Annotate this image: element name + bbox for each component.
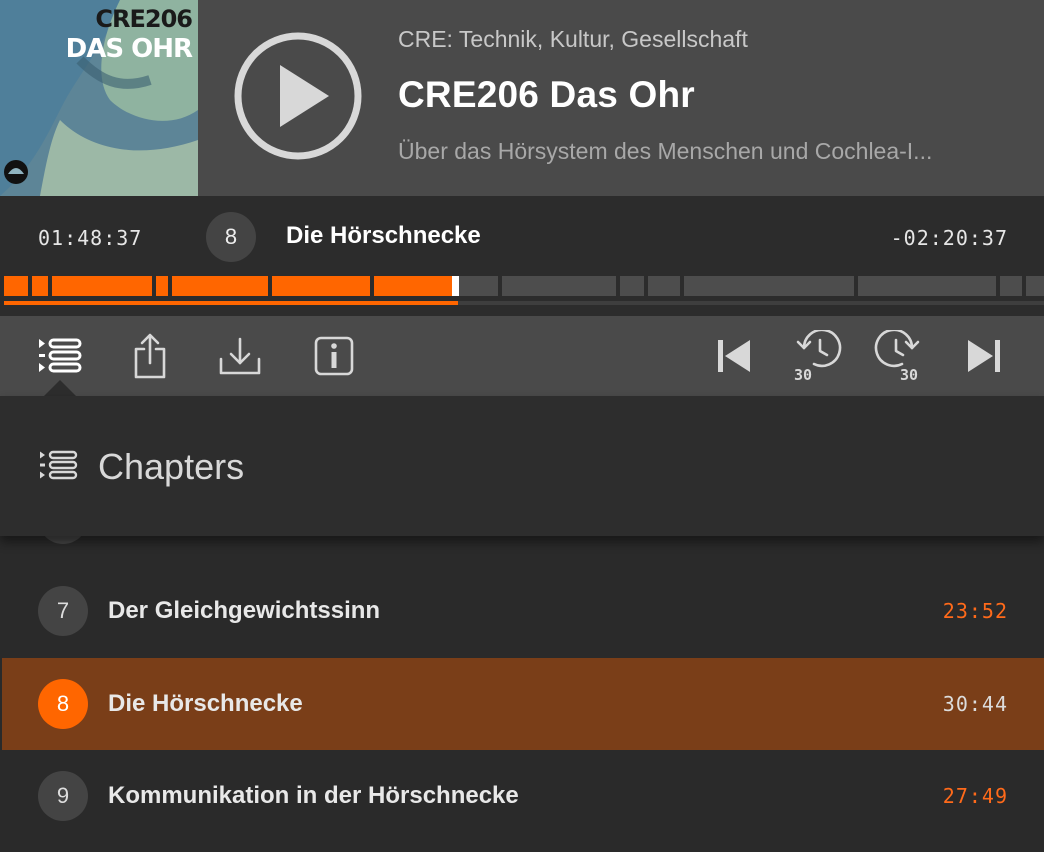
share-icon [134, 333, 166, 379]
progress-area: 01:48:37 8 Die Hörschnecke -02:20:37 [0, 196, 1044, 316]
chapter-list: 7 Der Gleichgewichtssinn 23:52 8 Die Hör… [0, 536, 1044, 852]
chapter-segment[interactable] [858, 276, 996, 296]
chapter-segment[interactable] [32, 276, 48, 296]
player-toolbar: 30 30 [0, 316, 1044, 396]
chapter-segment[interactable] [4, 276, 28, 296]
chapter-duration: 23:52 [942, 599, 1008, 623]
chapters-panel-header: Chapters [0, 396, 1044, 536]
chapters-button[interactable] [32, 328, 88, 384]
chapter-title: Kommunikation in der Hörschnecke [108, 782, 519, 809]
chapter-segment[interactable] [454, 276, 498, 296]
chapter-segment[interactable] [156, 276, 168, 296]
show-title: CRE: Technik, Kultur, Gesellschaft [398, 26, 748, 52]
cover-title: CRE206 DAS OHR [65, 4, 193, 64]
chapter-number-badge: 8 [38, 679, 88, 729]
chapter-duration: 27:49 [942, 784, 1008, 808]
overall-progress-bar [4, 301, 1044, 305]
chapter-segment[interactable] [272, 276, 370, 296]
rewind-30-button[interactable]: 30 [788, 328, 844, 384]
chapter-row-active[interactable]: 8 Die Hörschnecke 30:44 [2, 658, 1044, 750]
chapter-segment[interactable] [1026, 276, 1044, 296]
rewind-30-icon: 30 [794, 330, 842, 382]
current-chapter-number: 8 [206, 212, 256, 262]
play-button[interactable] [233, 31, 363, 161]
forward-30-label: 30 [900, 366, 918, 382]
current-chapter-title: Die Hörschnecke [286, 222, 481, 249]
chapter-progress-bar[interactable] [0, 276, 1044, 296]
chapters-heading: Chapters [98, 446, 245, 487]
chapter-segment[interactable] [52, 276, 152, 296]
rewind-30-label: 30 [794, 366, 812, 382]
chapters-list-icon [40, 450, 78, 480]
forward-30-button[interactable]: 30 [872, 328, 928, 384]
cover-title-line2: DAS OHR [65, 34, 193, 64]
play-icon [234, 32, 362, 160]
episode-title: CRE206 Das Ohr [398, 74, 695, 115]
chapter-number-badge [38, 536, 88, 544]
chapter-row[interactable]: 7 Der Gleichgewichtssinn 23:52 [2, 565, 1044, 657]
skip-forward-icon [968, 340, 1000, 372]
chapter-segment[interactable] [502, 276, 616, 296]
chapter-segment[interactable] [1000, 276, 1022, 296]
episode-subtitle: Über das Hörsystem des Menschen und Coch… [398, 138, 933, 164]
chapter-title: Die Hörschnecke [108, 690, 303, 717]
chapter-number-badge: 9 [38, 771, 88, 821]
cover-title-line1: CRE206 [95, 5, 193, 33]
previous-chapter-button[interactable] [706, 328, 762, 384]
chapter-segment[interactable] [172, 276, 268, 296]
download-icon [219, 337, 261, 375]
info-icon [314, 336, 354, 376]
episode-cover-art: CRE206 DAS OHR [0, 0, 198, 196]
chapter-segment[interactable] [620, 276, 644, 296]
next-chapter-button[interactable] [956, 328, 1012, 384]
skip-back-icon [718, 340, 750, 372]
playhead[interactable] [452, 276, 459, 296]
chapter-row[interactable]: 9 Kommunikation in der Hörschnecke 27:49 [2, 750, 1044, 842]
share-button[interactable] [122, 328, 178, 384]
chapter-number-badge: 7 [38, 586, 88, 636]
chapter-title: Der Gleichgewichtssinn [108, 597, 381, 624]
info-button[interactable] [306, 328, 362, 384]
chapters-list-icon [39, 338, 82, 373]
active-tab-pointer [44, 380, 76, 396]
time-remaining: -02:20:37 [890, 226, 1008, 250]
overall-progress-fill [4, 301, 459, 305]
chapter-segment[interactable] [648, 276, 680, 296]
chapter-duration: 30:44 [942, 692, 1008, 716]
download-button[interactable] [212, 328, 268, 384]
chapter-segment[interactable] [374, 276, 454, 296]
chapter-segment[interactable] [684, 276, 854, 296]
forward-30-icon: 30 [874, 330, 920, 382]
time-elapsed: 01:48:37 [38, 226, 143, 250]
player-header: CRE206 DAS OHR CRE: Technik, Kultur, Ges… [0, 0, 1044, 196]
